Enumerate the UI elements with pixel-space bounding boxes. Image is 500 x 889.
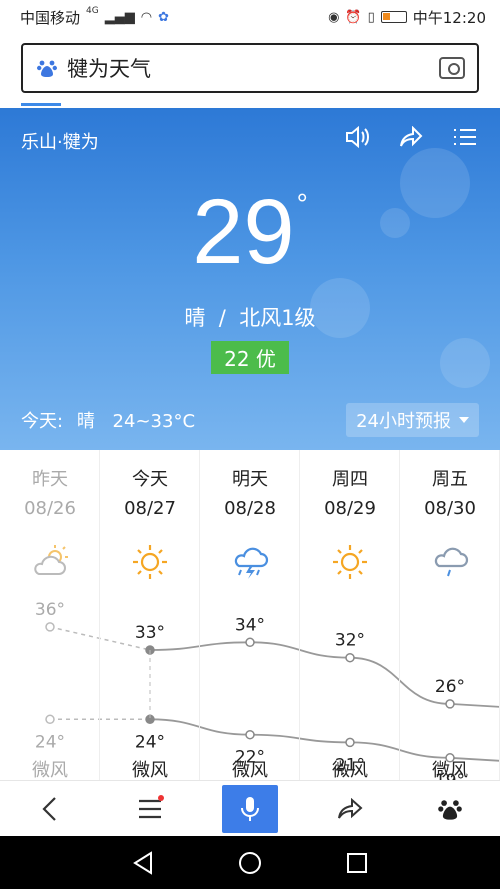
forecast-day-name: 明天 (232, 469, 268, 490)
system-nav-bar (0, 836, 500, 889)
today-label: 今天: (21, 411, 64, 432)
thunderstorm-icon (230, 542, 270, 582)
alarm-icon: ⏰ (345, 9, 362, 25)
search-box[interactable]: 犍为天气 (21, 43, 479, 93)
degree-symbol: ° (296, 188, 308, 219)
nav-recents-icon[interactable] (342, 848, 372, 878)
forecast-wind: 微风 (132, 760, 168, 781)
carrier-label: 中国移动 (20, 8, 81, 27)
forecast-day-4[interactable]: 周五 08/30 微风 (400, 450, 500, 781)
hero-actions (344, 124, 478, 150)
bottom-toolbar (0, 780, 500, 836)
network-label: 4G (86, 6, 99, 16)
forecast-date: 08/29 (324, 498, 376, 519)
list-menu-icon[interactable] (452, 124, 478, 150)
aqi-badge[interactable]: 22 优 (211, 341, 289, 374)
wifi-icon: ◠ (140, 9, 153, 25)
share-icon[interactable] (398, 124, 424, 150)
nav-home-icon[interactable] (235, 848, 265, 878)
rain-icon (430, 542, 470, 582)
status-bar: 中国移动 4G ▂▄▆ ◠ ✿ ◉ ⏰ ▯ 中午12:20 (0, 0, 500, 34)
menu-icon[interactable] (122, 785, 178, 833)
forecast-day-name: 昨天 (32, 469, 68, 490)
location-label[interactable]: 乐山·犍为 (21, 128, 99, 154)
camera-icon[interactable] (439, 57, 465, 79)
forecast-day-1[interactable]: 今天 08/27 微风 (100, 450, 200, 781)
search-input[interactable]: 犍为天气 (67, 53, 439, 83)
forecast-day-2[interactable]: 明天 08/28 微风 (200, 450, 300, 781)
today-range: 24~33°C (112, 411, 196, 432)
share-icon[interactable] (322, 785, 378, 833)
nav-back-icon[interactable] (128, 848, 158, 878)
forecast-date: 08/27 (124, 498, 176, 519)
hourly-forecast-button[interactable]: 24小时预报 (346, 403, 479, 437)
microphone-icon[interactable] (222, 784, 278, 833)
sunny-icon (130, 542, 170, 582)
daily-forecast[interactable]: 36°33°34°32°26°24°24°22°21°19° 昨天08/26微风… (0, 450, 500, 781)
eye-icon: ◉ (328, 9, 340, 25)
status-left: 中国移动 4G ▂▄▆ ◠ ✿ (20, 6, 169, 28)
decor-bubble (440, 338, 490, 388)
tab-indicator (21, 103, 61, 106)
back-icon[interactable] (22, 785, 78, 833)
signal-icon: ▂▄▆ (104, 9, 135, 25)
forecast-day-3[interactable]: 周四 08/29 微风 (300, 450, 400, 781)
forecast-wind: 微风 (332, 760, 368, 781)
forecast-day-name: 周四 (332, 469, 368, 490)
baidu-paw-icon (35, 56, 59, 80)
partly-sunny-icon (30, 542, 70, 582)
caret-down-icon (459, 417, 469, 423)
forecast-wind: 微风 (32, 760, 68, 781)
hourly-forecast-label: 24小时预报 (356, 411, 451, 432)
forecast-day-name: 今天 (132, 469, 168, 490)
vibrate-icon: ▯ (367, 9, 375, 25)
sunny-icon (330, 542, 370, 582)
temperature-value: 29 (192, 181, 295, 283)
forecast-date: 08/26 (24, 498, 76, 519)
clock: 中午12:20 (412, 8, 486, 27)
baidu-paw-icon[interactable] (422, 785, 478, 833)
forecast-wind: 微风 (432, 760, 468, 781)
forecast-day-name: 周五 (432, 469, 468, 490)
status-right: ◉ ⏰ ▯ 中午12:20 (328, 7, 486, 28)
current-temperature: 29° (0, 186, 500, 278)
forecast-day-0[interactable]: 昨天 08/26 微风 (0, 450, 100, 781)
weather-search-page: 中国移动 4G ▂▄▆ ◠ ✿ ◉ ⏰ ▯ 中午12:20 犍为天气 乐山·犍为 (0, 0, 500, 889)
forecast-date: 08/28 (224, 498, 276, 519)
battery-icon (380, 11, 407, 23)
today-summary: 今天: 晴 24~33°C (21, 407, 195, 433)
forecast-date: 08/30 (424, 498, 476, 519)
condition-wind: 晴 / 北风1级 (184, 306, 316, 330)
speaker-icon[interactable] (344, 124, 370, 150)
weather-card[interactable]: 乐山·犍为 29° 晴 / 北风1级 22 优 今天: 晴 24~33°C 24… (0, 108, 500, 450)
baidu-notify-icon: ✿ (158, 9, 169, 25)
notification-dot (158, 794, 164, 801)
today-condition: 晴 (76, 411, 95, 432)
forecast-wind: 微风 (232, 760, 268, 781)
